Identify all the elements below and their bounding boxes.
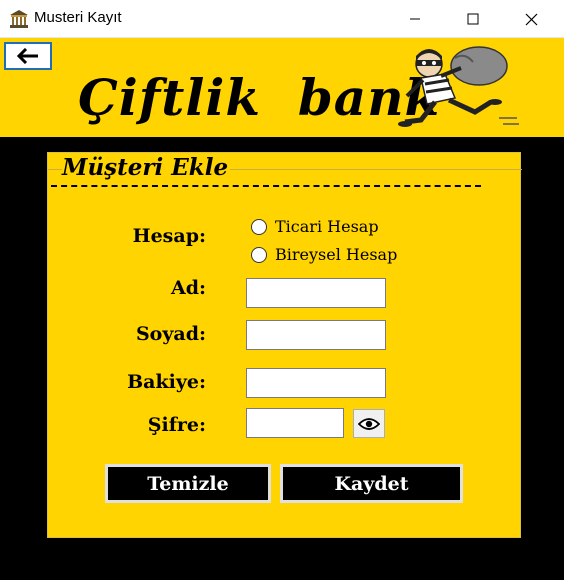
bank-icon	[10, 10, 28, 28]
radio-ticari-hesap[interactable]: Ticari Hesap	[251, 217, 379, 236]
customer-form-panel: Müşteri Ekle Hesap: Ticari Hesap Bireyse…	[47, 152, 522, 538]
close-icon	[525, 13, 537, 25]
window-title: Musteri Kayıt	[34, 9, 122, 26]
sifre-input[interactable]	[246, 408, 344, 438]
maximize-icon	[467, 13, 479, 25]
maximize-button[interactable]	[450, 0, 496, 38]
ad-input[interactable]	[246, 278, 386, 308]
thief-with-sack-image	[398, 46, 519, 127]
clear-button[interactable]: Temizle	[105, 464, 271, 503]
brand-header: Çiftlik bank	[0, 38, 564, 137]
soyad-label: Soyad:	[135, 323, 206, 345]
minimize-icon	[410, 18, 420, 20]
form-title: Müşteri Ekle	[62, 154, 231, 181]
title-divider	[51, 185, 481, 187]
back-button[interactable]	[4, 42, 52, 70]
radio-bireysel-hesap[interactable]: Bireysel Hesap	[251, 245, 397, 264]
sifre-label: Şifre:	[147, 414, 206, 436]
minimize-button[interactable]	[392, 0, 438, 38]
arrow-left-icon	[16, 48, 38, 64]
radio-circle[interactable]	[251, 246, 267, 263]
radio-label: Ticari Hesap	[275, 217, 379, 236]
brand-title: Çiftlik bank	[78, 68, 441, 127]
radio-circle[interactable]	[251, 218, 267, 235]
radio-label: Bireysel Hesap	[275, 245, 398, 264]
eye-icon	[358, 417, 380, 430]
window-titlebar: Musteri Kayıt	[0, 0, 564, 38]
bakiye-label: Bakiye:	[127, 371, 206, 393]
account-type-label: Hesap:	[132, 225, 206, 247]
close-button[interactable]	[508, 0, 554, 38]
show-password-button[interactable]	[353, 409, 385, 438]
save-button[interactable]: Kaydet	[280, 464, 463, 503]
soyad-input[interactable]	[246, 320, 386, 350]
bakiye-input[interactable]	[246, 368, 386, 398]
ad-label: Ad:	[170, 277, 206, 299]
